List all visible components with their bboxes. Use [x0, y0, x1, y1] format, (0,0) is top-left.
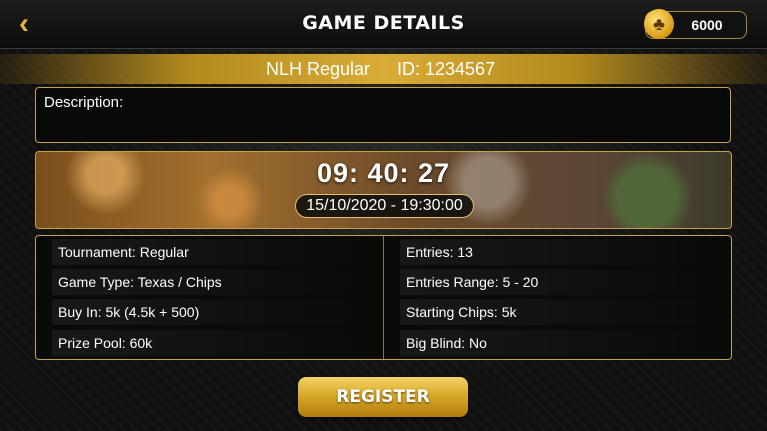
game-id: ID: 1234567 [397, 59, 496, 79]
coin-amount: 6000 [691, 17, 723, 33]
top-bar: ‹ GAME DETAILS ♣ 6000 [0, 0, 767, 49]
register-button[interactable]: REGISTER [298, 377, 468, 417]
column-divider [383, 236, 384, 359]
countdown-panel: 09: 40: 27 15/10/2020 - 19:30:00 [35, 151, 732, 229]
detail-big-blind: Big Blind: No [400, 330, 710, 356]
description-label: Description: [44, 94, 124, 111]
coin-balance[interactable]: ♣ 6000 [644, 9, 747, 39]
tournament-details: Tournament: Regular Game Type: Texas / C… [35, 235, 732, 360]
detail-prize-pool: Prize Pool: 60k [52, 330, 362, 356]
detail-entries-range: Entries Range: 5 - 20 [400, 269, 710, 295]
description-box: Description: [35, 87, 731, 143]
detail-game-type: Game Type: Texas / Chips [52, 269, 362, 295]
game-name: NLH Regular [266, 59, 371, 79]
game-banner: NLH Regular ID: 1234567 [0, 54, 767, 84]
countdown-timer: 09: 40: 27 [316, 158, 451, 188]
detail-tournament: Tournament: Regular [52, 239, 362, 265]
detail-entries: Entries: 13 [400, 239, 710, 265]
detail-buy-in: Buy In: 5k (4.5k + 500) [52, 299, 362, 325]
club-coin-icon: ♣ [644, 9, 674, 39]
start-datetime: 15/10/2020 - 19:30:00 [295, 194, 474, 218]
detail-starting-chips: Starting Chips: 5k [400, 299, 710, 325]
